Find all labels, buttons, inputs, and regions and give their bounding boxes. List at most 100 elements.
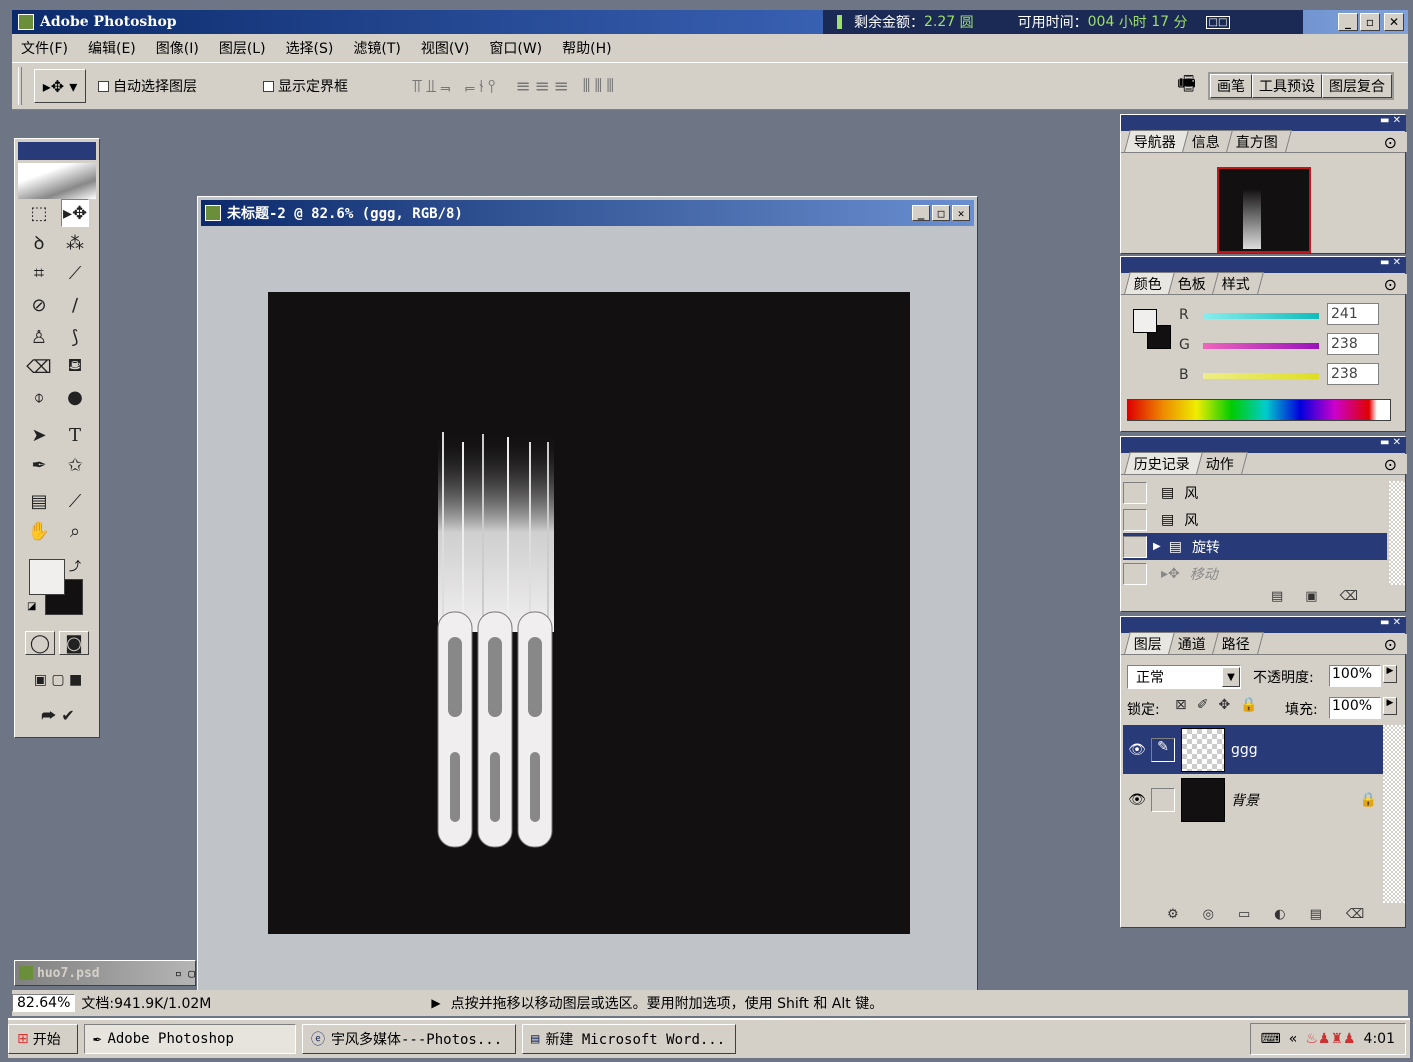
slice-icon[interactable]: ⟋ bbox=[61, 259, 89, 287]
color-ramp[interactable] bbox=[1127, 399, 1391, 421]
tab-paths[interactable]: 路径 bbox=[1212, 632, 1264, 654]
layer-row-ggg[interactable]: 👁 ✎ ggg bbox=[1123, 725, 1383, 774]
minimize-button[interactable]: _ bbox=[1338, 13, 1358, 31]
file-browser-icon[interactable]: 🖷 bbox=[1177, 69, 1196, 103]
distribute-icons[interactable]: ≡≡≡ ⦀⦀⦀ bbox=[515, 76, 618, 97]
maximize-button[interactable]: ▫ bbox=[1360, 13, 1380, 31]
blend-mode-select[interactable]: 正常 ▼ bbox=[1127, 665, 1241, 689]
panel-menu-icon[interactable]: ⊙ bbox=[1377, 132, 1407, 152]
eye-icon[interactable]: 👁 bbox=[1123, 792, 1151, 808]
history-footer-icons[interactable]: ▤▣⌫ bbox=[1271, 589, 1380, 604]
panel-controls[interactable]: ▬ ✕ bbox=[1380, 257, 1401, 268]
eraser-icon[interactable]: ⌫ bbox=[25, 353, 53, 381]
panel-menu-icon[interactable]: ⊙ bbox=[1377, 454, 1407, 474]
palette-tab-layer-comps[interactable]: 图层复合 bbox=[1322, 74, 1392, 98]
document-title-bar[interactable]: 未标题-2 @ 82.6% (ggg, RGB/8) _ □ ✕ bbox=[201, 200, 974, 226]
history-item-undone[interactable]: ▸✥ 移动 bbox=[1123, 560, 1387, 587]
menu-view[interactable]: 视图(V) bbox=[421, 38, 470, 58]
history-item[interactable]: ▤ 风 bbox=[1123, 506, 1387, 533]
menu-edit[interactable]: 编辑(E) bbox=[88, 38, 136, 58]
history-item[interactable]: ▤ 风 bbox=[1123, 479, 1387, 506]
crop-icon[interactable]: ⌗ bbox=[25, 259, 53, 287]
taskbar-button-photoshop[interactable]: ✒ Adobe Photoshop bbox=[84, 1024, 296, 1054]
type-icon[interactable]: T bbox=[61, 421, 89, 449]
brush-icon[interactable]: ∕ bbox=[61, 291, 89, 319]
image-canvas[interactable]: 999 bbox=[268, 292, 910, 934]
swap-colors-icon[interactable]: ⤴ bbox=[69, 557, 81, 574]
start-button[interactable]: ⊞ 开始 bbox=[8, 1024, 78, 1054]
jump-to-imageready-icon[interactable]: ⮫ ✔ bbox=[23, 701, 93, 731]
chevron-down-icon[interactable]: ▼ bbox=[1222, 667, 1240, 687]
standard-mode-icon[interactable]: ◯ bbox=[25, 631, 55, 655]
close-button[interactable]: ✕ bbox=[1384, 13, 1404, 31]
pen-icon[interactable]: ✒ bbox=[25, 451, 53, 479]
panel-menu-icon[interactable]: ⊙ bbox=[1377, 274, 1407, 294]
blur-icon[interactable]: ⌽ bbox=[25, 383, 53, 411]
menu-file[interactable]: 文件(F) bbox=[21, 38, 68, 58]
paint-bucket-icon[interactable]: ⛾ bbox=[61, 353, 89, 381]
restore-small-icon[interactable]: □□ bbox=[1205, 15, 1231, 29]
tool-preset-picker[interactable]: ▸✥ ▾ bbox=[34, 69, 86, 103]
lock-icons[interactable]: ⊠✐✥🔒 bbox=[1175, 697, 1268, 713]
taskbar-button-word[interactable]: ▤ 新建 Microsoft Word... bbox=[522, 1024, 736, 1054]
navigator-thumbnail[interactable] bbox=[1217, 167, 1311, 253]
minimized-document[interactable]: huo7.psd ▫ ▢ bbox=[14, 960, 196, 986]
menu-help[interactable]: 帮助(H) bbox=[562, 38, 611, 58]
opacity-arrow-icon[interactable]: ▶ bbox=[1383, 665, 1397, 683]
zoom-icon[interactable]: ⌕ bbox=[61, 517, 89, 545]
lasso-icon[interactable]: ꝺ bbox=[25, 229, 53, 257]
doc-close-button[interactable]: ✕ bbox=[952, 205, 970, 221]
tab-histogram[interactable]: 直方图 bbox=[1226, 130, 1292, 152]
eyedropper-icon[interactable]: ⟋ bbox=[61, 487, 89, 515]
b-slider[interactable] bbox=[1203, 373, 1319, 379]
shape-icon[interactable]: ✩ bbox=[61, 451, 89, 479]
r-value[interactable]: 241 bbox=[1327, 303, 1379, 325]
auto-select-checkbox[interactable] bbox=[98, 80, 109, 92]
menu-select[interactable]: 选择(S) bbox=[286, 38, 334, 58]
notes-icon[interactable]: ▤ bbox=[25, 487, 53, 515]
menu-image[interactable]: 图像(I) bbox=[156, 38, 199, 58]
show-bounds-checkbox[interactable] bbox=[263, 80, 274, 92]
layer-row-background[interactable]: 👁 背景 🔒 bbox=[1123, 775, 1383, 824]
menu-window[interactable]: 窗口(W) bbox=[489, 38, 542, 58]
link-box[interactable] bbox=[1151, 787, 1175, 812]
menu-layer[interactable]: 图层(L) bbox=[219, 38, 266, 58]
layers-scrollbar[interactable] bbox=[1383, 725, 1405, 903]
minimized-doc-controls[interactable]: ▫ ▢ bbox=[175, 967, 195, 980]
dodge-icon[interactable]: ● bbox=[61, 383, 89, 411]
panel-controls[interactable]: ▬ ✕ bbox=[1380, 617, 1401, 628]
hand-icon[interactable]: ✋ bbox=[25, 517, 53, 545]
opacity-input[interactable]: 100% bbox=[1329, 665, 1381, 687]
history-brush-icon[interactable]: ⟆ bbox=[61, 323, 89, 351]
status-menu-icon[interactable]: ▶ bbox=[431, 996, 440, 1010]
history-source-box[interactable] bbox=[1123, 535, 1147, 558]
path-select-icon[interactable]: ➤ bbox=[25, 421, 53, 449]
marquee-icon[interactable]: ⬚ bbox=[25, 199, 53, 227]
history-item-selected[interactable]: ▶ ▤ 旋转 bbox=[1123, 533, 1387, 560]
tab-navigator[interactable]: 导航器 bbox=[1124, 130, 1190, 152]
palette-tab-tool-presets[interactable]: 工具预设 bbox=[1252, 74, 1322, 98]
quickmask-mode-icon[interactable]: ◙ bbox=[59, 631, 89, 655]
tray-expand-icon[interactable]: « bbox=[1289, 1031, 1298, 1047]
panel-menu-icon[interactable]: ⊙ bbox=[1377, 634, 1407, 654]
magic-wand-icon[interactable]: ⁂ bbox=[61, 229, 89, 257]
menu-filter[interactable]: 滤镜(T) bbox=[353, 38, 400, 58]
foreground-swatch[interactable] bbox=[1133, 309, 1157, 333]
stamp-icon[interactable]: ♙ bbox=[25, 323, 53, 351]
b-value[interactable]: 238 bbox=[1327, 363, 1379, 385]
history-scrollbar[interactable] bbox=[1389, 481, 1405, 585]
panel-controls[interactable]: ▬ ✕ bbox=[1380, 437, 1401, 448]
history-source-box[interactable] bbox=[1123, 481, 1147, 504]
healing-brush-icon[interactable]: ⊘ bbox=[25, 291, 53, 319]
screen-mode-icons[interactable]: ▣ ▢ ■ bbox=[23, 667, 93, 693]
document-size[interactable]: 文档:941.9K/1.02M bbox=[81, 993, 321, 1013]
brush-link-icon[interactable]: ✎ bbox=[1151, 737, 1175, 762]
r-slider[interactable] bbox=[1203, 313, 1319, 319]
zoom-field[interactable]: 82.64% bbox=[12, 994, 76, 1012]
g-slider[interactable] bbox=[1203, 343, 1319, 349]
foreground-color-front[interactable] bbox=[29, 559, 65, 595]
eye-icon[interactable]: 👁 bbox=[1123, 742, 1151, 758]
layers-footer-icons[interactable]: ⚙◎▭◐▤⌫ bbox=[1167, 907, 1388, 922]
history-source-box[interactable] bbox=[1123, 508, 1147, 531]
tab-styles[interactable]: 样式 bbox=[1212, 272, 1264, 294]
